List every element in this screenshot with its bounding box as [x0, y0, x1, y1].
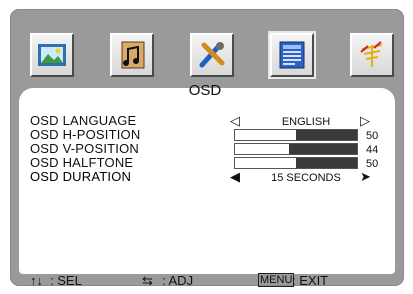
- duration-value: 15 SECONDS: [271, 172, 341, 184]
- sel-hint: : SEL: [50, 273, 82, 288]
- tab-antenna[interactable]: [350, 33, 394, 77]
- left-arrow-icon[interactable]: ◀: [230, 170, 240, 184]
- exit-hint: : EXIT: [292, 273, 329, 288]
- tab-audio[interactable]: [110, 33, 154, 77]
- row-label: OSD DURATION: [30, 169, 132, 184]
- tab-picture[interactable]: [30, 33, 74, 77]
- tab-setup[interactable]: [190, 33, 234, 77]
- osd-menu-icon: [279, 41, 305, 69]
- tab-osd[interactable]: [270, 33, 314, 77]
- antenna-icon: [360, 41, 383, 67]
- v-position-slider[interactable]: [234, 143, 358, 155]
- adj-hint: : ADJ: [162, 273, 194, 288]
- row-osd-v-position[interactable]: OSD V-POSITION 44: [30, 141, 390, 157]
- row-label: OSD V-POSITION: [30, 141, 139, 156]
- row-label: OSD HALFTONE: [30, 155, 134, 170]
- picture-icon: [38, 44, 66, 66]
- music-icon: [121, 41, 145, 69]
- halftone-slider[interactable]: [234, 157, 358, 169]
- menu-key-label: MENU: [258, 273, 295, 287]
- language-value: ENGLISH: [281, 116, 331, 128]
- osd-tab-bar: [30, 33, 394, 81]
- h-position-slider[interactable]: [234, 129, 358, 141]
- row-label: OSD H-POSITION: [30, 127, 141, 142]
- up-down-arrow-icon: ↑↓: [30, 273, 43, 288]
- left-right-arrow-icon: ⇆: [142, 273, 153, 288]
- right-arrow-icon[interactable]: ▷: [360, 114, 370, 128]
- h-position-value: 50: [366, 130, 379, 142]
- osd-footer-hints: ↑↓ : SEL ⇆ : ADJ MENU : EXIT: [30, 273, 390, 289]
- slider-fill: [235, 158, 296, 168]
- right-arrow-icon[interactable]: ➤: [360, 170, 371, 184]
- slider-fill: [235, 144, 289, 154]
- row-osd-halftone[interactable]: OSD HALFTONE 50: [30, 155, 390, 171]
- row-label: OSD LANGUAGE: [30, 113, 137, 128]
- v-position-value: 44: [366, 144, 379, 156]
- row-osd-duration[interactable]: OSD DURATION ◀ 15 SECONDS ➤: [30, 169, 390, 185]
- left-arrow-icon[interactable]: ◁: [230, 114, 240, 128]
- panel-title: OSD: [188, 82, 222, 99]
- row-osd-language[interactable]: OSD LANGUAGE ◁ ENGLISH ▷: [30, 113, 390, 129]
- tools-icon: [199, 42, 225, 68]
- slider-fill: [235, 130, 296, 140]
- row-osd-h-position[interactable]: OSD H-POSITION 50: [30, 127, 390, 143]
